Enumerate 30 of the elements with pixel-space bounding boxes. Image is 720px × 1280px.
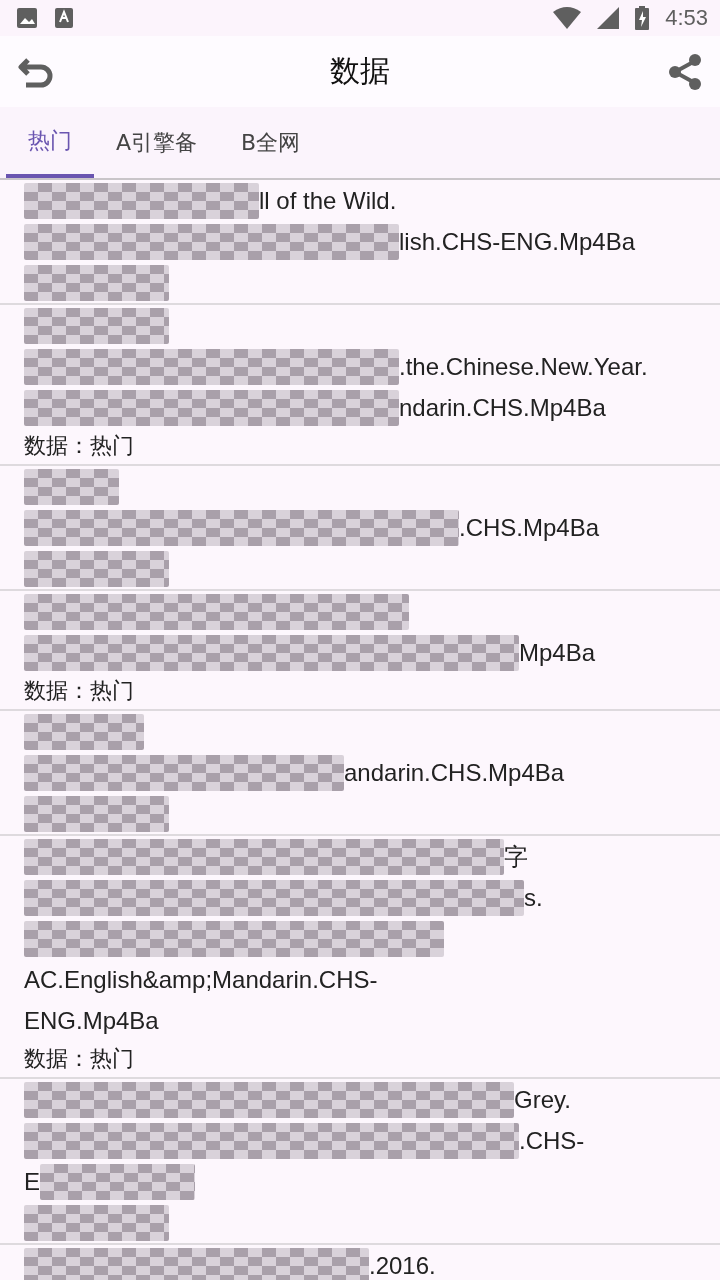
source-label: 数据：热门 <box>24 1045 134 1073</box>
result-text: Grey. <box>514 1085 571 1114</box>
result-text: andarin.CHS.Mp4Ba <box>344 758 565 787</box>
font-icon <box>54 7 74 29</box>
source-label: 数据：热门 <box>24 432 134 460</box>
tab[interactable]: A引擎备 <box>94 107 220 178</box>
source-label: 数据：热门 <box>24 677 134 705</box>
status-time: 4:53 <box>665 5 708 31</box>
back-button[interactable] <box>18 55 54 88</box>
image-icon <box>16 7 38 29</box>
result-text: s. <box>524 883 543 912</box>
tab[interactable]: B全网 <box>219 107 323 178</box>
result-text: Mp4Ba <box>519 638 596 667</box>
result-text: E <box>24 1167 40 1196</box>
signal-icon <box>597 7 620 29</box>
page-title: 数据 <box>329 52 391 90</box>
wifi-icon <box>553 7 582 29</box>
result-text: .the.Chinese.New.Year. <box>399 352 648 381</box>
result-text: ENG.Mp4Ba <box>24 1006 159 1035</box>
share-button[interactable] <box>666 52 704 91</box>
result-text: 字 <box>504 841 528 872</box>
result-text: ll of the Wild. <box>259 186 397 215</box>
result-text: ndarin.CHS.Mp4Ba <box>399 393 606 422</box>
result-text: lish.CHS-ENG.Mp4Ba <box>399 227 636 256</box>
battery-icon <box>635 6 650 30</box>
result-text: .CHS.Mp4Ba <box>459 513 600 542</box>
tab[interactable]: 热门 <box>6 107 94 178</box>
result-text: .2016. <box>369 1251 436 1280</box>
result-text: .CHS- <box>519 1126 585 1155</box>
result-text: AC.English&amp;Mandarin.CHS- <box>24 965 378 994</box>
